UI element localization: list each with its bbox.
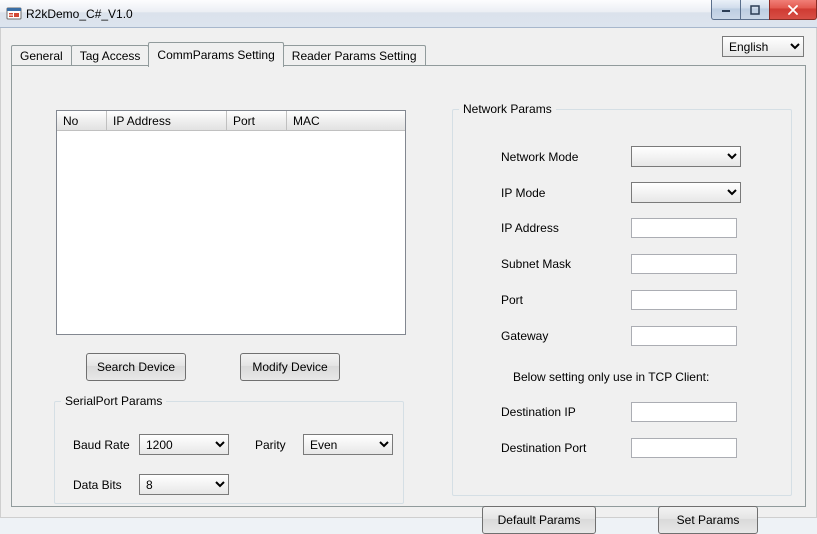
tab-label: CommParams Setting [157,48,274,62]
subnet-mask-label: Subnet Mask [501,257,631,271]
tab-commparams[interactable]: CommParams Setting [148,42,283,67]
network-legend: Network Params [459,102,556,116]
search-device-button[interactable]: Search Device [86,353,186,381]
data-bits-select[interactable]: 8 [139,474,229,495]
serialport-group: SerialPort Params Baud Rate 1200 Parity … [54,394,404,504]
titlebar: R2kDemo_C#_V1.0 [0,0,817,28]
data-bits-label: Data Bits [73,478,139,492]
network-group: Network Params Network Mode IP Mode IP A… [452,102,792,496]
col-ip[interactable]: IP Address [107,111,227,130]
network-mode-select[interactable] [631,146,741,167]
device-table[interactable]: No IP Address Port MAC [56,110,406,335]
destination-port-label: Destination Port [501,441,631,455]
parity-select[interactable]: Even [303,434,393,455]
ip-mode-label: IP Mode [501,186,631,200]
table-header: No IP Address Port MAC [57,111,405,131]
ip-address-label: IP Address [501,221,631,235]
ip-mode-select[interactable] [631,182,741,203]
ip-address-input[interactable] [631,218,737,238]
maximize-button[interactable] [740,0,770,20]
language-select[interactable]: English [722,36,804,57]
set-params-button[interactable]: Set Params [658,506,758,534]
tabstrip: General Tag Access CommParams Setting Re… [11,44,425,66]
app-icon [6,6,22,22]
destination-ip-input[interactable] [631,402,737,422]
tab-body: No IP Address Port MAC Search Device Mod… [11,65,806,507]
serialport-legend: SerialPort Params [61,394,166,408]
window-controls [712,0,817,20]
close-button[interactable] [769,0,817,20]
tab-label: General [20,49,63,63]
modify-device-button[interactable]: Modify Device [240,353,340,381]
baud-rate-select[interactable]: 1200 [139,434,229,455]
tab-tag-access[interactable]: Tag Access [71,45,150,66]
default-params-button[interactable]: Default Params [482,506,596,534]
col-no[interactable]: No [57,111,107,130]
minimize-button[interactable] [711,0,741,20]
window-title: R2kDemo_C#_V1.0 [26,7,133,21]
tab-label: Tag Access [80,49,141,63]
subnet-mask-input[interactable] [631,254,737,274]
tcp-client-note: Below setting only use in TCP Client: [513,370,709,384]
gateway-label: Gateway [501,329,631,343]
network-mode-label: Network Mode [501,150,631,164]
port-label: Port [501,293,631,307]
tab-general[interactable]: General [11,45,72,66]
tab-label: Reader Params Setting [292,49,417,63]
destination-ip-label: Destination IP [501,405,631,419]
tab-readerparams[interactable]: Reader Params Setting [283,45,426,66]
client-area: English General Tag Access CommParams Se… [0,28,817,518]
baud-rate-label: Baud Rate [73,438,139,452]
col-port[interactable]: Port [227,111,287,130]
parity-label: Parity [255,438,303,452]
col-mac[interactable]: MAC [287,111,405,130]
port-input[interactable] [631,290,737,310]
destination-port-input[interactable] [631,438,737,458]
gateway-input[interactable] [631,326,737,346]
